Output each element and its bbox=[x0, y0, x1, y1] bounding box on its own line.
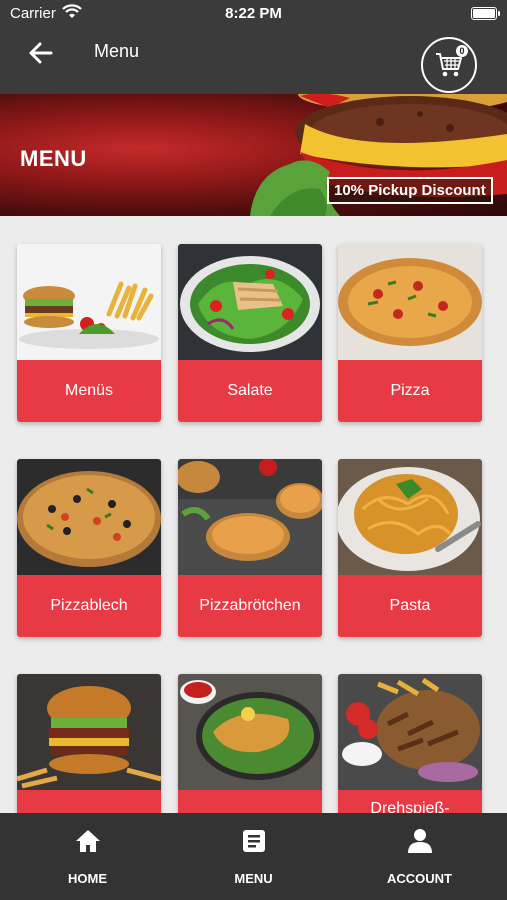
menu-list-icon bbox=[243, 830, 265, 852]
salad-image bbox=[178, 244, 322, 360]
category-grid: Menüs Salate Pizza Pizzablech Pizzabrötc… bbox=[0, 216, 507, 813]
page-title: Menu bbox=[94, 41, 140, 61]
pizza-image bbox=[338, 244, 482, 360]
category-card-drehspiess[interactable]: Drehspieß- bbox=[338, 674, 482, 813]
hero-banner: MENU 10% Pickup Discount bbox=[0, 94, 507, 216]
category-card-pizzabroetchen[interactable]: Pizzabrötchen bbox=[178, 459, 322, 637]
clock: 8:22 PM bbox=[225, 5, 282, 22]
back-arrow-icon[interactable] bbox=[26, 38, 56, 68]
menus-image bbox=[17, 244, 161, 360]
drehspiess-image bbox=[338, 674, 482, 790]
account-icon bbox=[408, 829, 432, 853]
category-card-pasta[interactable]: Pasta bbox=[338, 459, 482, 637]
cart-count-badge: 0 bbox=[456, 45, 468, 57]
category-card-salate[interactable]: Salate bbox=[178, 244, 322, 422]
category-label: Drehspieß- bbox=[338, 790, 482, 813]
tab-label: HOME bbox=[68, 871, 107, 886]
tab-label: MENU bbox=[234, 871, 273, 886]
status-bar: Carrier 8:22 PM bbox=[0, 0, 507, 28]
tab-home[interactable]: HOME bbox=[3, 813, 172, 900]
category-card-burger[interactable] bbox=[17, 674, 161, 813]
pasta-image bbox=[338, 459, 482, 575]
category-label: Pizza bbox=[338, 360, 482, 422]
pickup-discount-badge[interactable]: 10% Pickup Discount bbox=[327, 177, 493, 204]
category-label: Pasta bbox=[338, 575, 482, 637]
battery-icon bbox=[471, 7, 500, 20]
schnitzel-image bbox=[178, 674, 322, 790]
category-label: Menüs bbox=[17, 360, 161, 422]
tab-label: ACCOUNT bbox=[387, 871, 452, 886]
category-card-menus[interactable]: Menüs bbox=[17, 244, 161, 422]
category-label bbox=[17, 790, 161, 813]
category-card-pizza[interactable]: Pizza bbox=[338, 244, 482, 422]
pizzablech-image bbox=[17, 459, 161, 575]
hero-title: MENU bbox=[20, 146, 87, 171]
category-label bbox=[178, 790, 322, 813]
category-card-pizzablech[interactable]: Pizzablech bbox=[17, 459, 161, 637]
category-label: Pizzabrötchen bbox=[178, 575, 322, 637]
tab-menu[interactable]: MENU bbox=[169, 813, 338, 900]
tab-account[interactable]: ACCOUNT bbox=[335, 813, 504, 900]
pizzabroetchen-image bbox=[178, 459, 322, 575]
category-card-schnitzel[interactable] bbox=[178, 674, 322, 813]
burger-image bbox=[17, 674, 161, 790]
home-icon bbox=[76, 830, 100, 852]
bottom-tab-bar: HOME MENU ACCOUNT bbox=[0, 813, 507, 900]
cart-button[interactable]: 0 bbox=[421, 37, 477, 93]
top-navbar: Menu 0 bbox=[0, 28, 507, 94]
category-label: Pizzablech bbox=[17, 575, 161, 637]
category-label: Salate bbox=[178, 360, 322, 422]
